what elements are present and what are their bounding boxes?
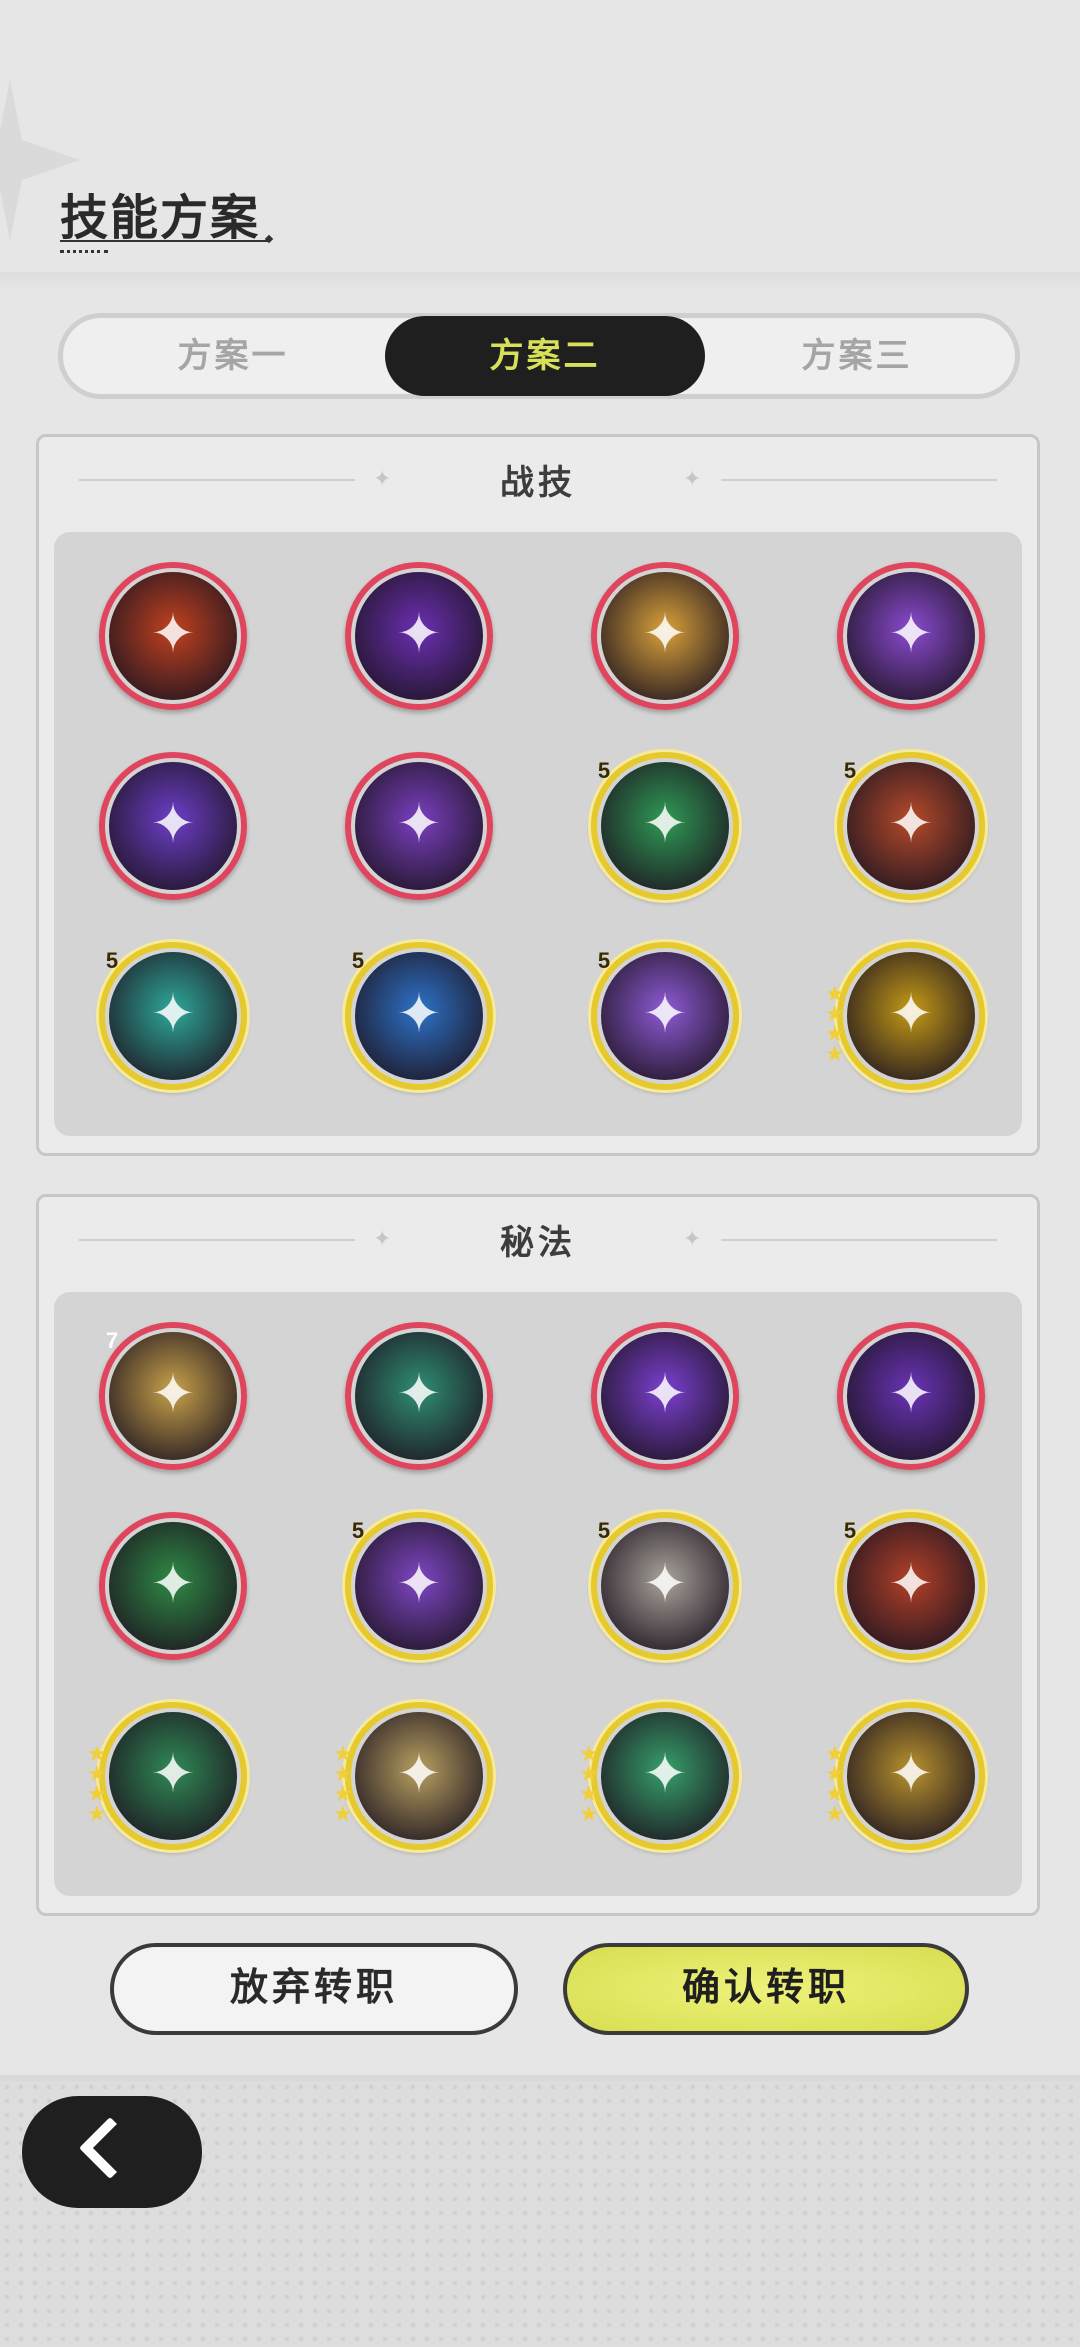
skill-glyph: ✦ [396,1554,442,1614]
header-line-right [721,1239,997,1241]
skill-slot[interactable]: ✦ [99,1512,247,1660]
title-dots [60,250,108,253]
combat-skill-grid: ✦✦✦✦✦✦✦5✦5✦5✦5✦5✦★★★★ [54,532,1022,1136]
skill-slot[interactable]: ✦ ★ ★ ★ ★ [825,942,985,1090]
tab-plan-one[interactable]: 方案一 [73,318,393,394]
page-title: 技能方案 [60,192,261,245]
plan-tabs: 方案一 方案二 方案三 [58,313,1020,399]
skill-slot[interactable]: ✦ ★ ★ ★ ★ [825,1702,985,1850]
skill-glyph: ✦ [150,984,196,1044]
skill-slot[interactable]: ✦ [591,562,739,710]
skill-slot[interactable]: ✦ [99,752,247,900]
skill-glyph: ✦ [888,1744,934,1804]
skill-glyph: ✦ [150,604,196,664]
skill-slot[interactable]: ✦ ★ ★ ★ ★ [579,1702,739,1850]
skill-slot[interactable]: ✦ [345,1322,493,1470]
skill-slot[interactable]: ✦5 [583,932,739,1090]
skill-glyph: ✦ [888,984,934,1044]
skill-slot[interactable]: ✦ [837,1322,985,1470]
skill-glyph: ✦ [396,1364,442,1424]
skill-glyph: ✦ [396,1744,442,1804]
rank-stars: ★ ★ ★ ★ [333,1741,353,1826]
skill-slot[interactable]: ✦5 [337,932,493,1090]
abandon-job-change-button[interactable]: 放弃转职 [110,1943,518,2035]
skill-slot[interactable]: ✦5 [91,932,247,1090]
level-badge: 5 [583,932,626,980]
skill-glyph: ✦ [396,984,442,1044]
combat-skills-panel: ✦ 战技 ✦ ✦✦✦✦✦✦✦5✦5✦5✦5✦5✦★★★★ [36,434,1040,1156]
skill-glyph: ✦ [642,604,688,664]
arcane-skill-grid: ✦7✦✦✦✦✦5✦5✦5✦★★★★✦★★★★✦★★★★✦★★★★ [54,1292,1022,1896]
panel-header: ✦ 秘法 ✦ [39,1197,1037,1287]
level-badge: 5 [91,932,134,980]
arcane-skills-panel: ✦ 秘法 ✦ ✦7✦✦✦✦✦5✦5✦5✦★★★★✦★★★★✦★★★★✦★★★★ [36,1194,1040,1916]
skill-slot[interactable]: ✦5 [829,742,985,900]
skill-glyph: ✦ [888,604,934,664]
skill-glyph: ✦ [888,1554,934,1614]
bottom-divider [0,2075,1080,2081]
skill-glyph: ✦ [642,1364,688,1424]
level-badge: 5 [337,1502,380,1550]
chevron-left-icon [78,2116,142,2180]
skill-glyph: ✦ [642,984,688,1044]
skill-glyph: ✦ [396,794,442,854]
skill-slot[interactable]: ✦ [99,562,247,710]
skill-glyph: ✦ [150,794,196,854]
level-badge: 5 [829,1502,872,1550]
header-divider [0,272,1080,290]
skill-glyph: ✦ [888,794,934,854]
skill-slot[interactable]: ✦5 [583,742,739,900]
tab-plan-three[interactable]: 方案三 [697,318,1017,394]
skill-slot[interactable]: ✦7 [91,1312,247,1470]
skill-slot[interactable]: ✦5 [337,1502,493,1660]
skill-glyph: ✦ [642,1554,688,1614]
level-badge: 5 [337,932,380,980]
skill-glyph: ✦ [150,1744,196,1804]
level-badge: 7 [91,1312,134,1360]
sparkle-icon: ✦ [683,1226,702,1251]
title-underline [60,240,270,242]
rank-stars: ★ ★ ★ ★ [825,981,845,1066]
level-badge: 5 [583,1502,626,1550]
skill-slot[interactable]: ✦ [591,1322,739,1470]
skill-slot[interactable]: ✦ [345,752,493,900]
confirm-job-change-button[interactable]: 确认转职 [563,1943,969,2035]
rank-stars: ★ ★ ★ ★ [87,1741,107,1826]
rank-stars: ★ ★ ★ ★ [579,1741,599,1826]
skill-glyph: ✦ [642,1744,688,1804]
level-badge: 5 [583,742,626,790]
skill-glyph: ✦ [150,1554,196,1614]
skill-slot[interactable]: ✦ ★ ★ ★ ★ [333,1702,493,1850]
header-line-right [721,479,997,481]
tab-plan-two[interactable]: 方案二 [385,316,705,396]
rank-stars: ★ ★ ★ ★ [825,1741,845,1826]
skill-slot[interactable]: ✦5 [583,1502,739,1660]
skill-glyph: ✦ [642,794,688,854]
back-button[interactable] [22,2096,202,2208]
skill-glyph: ✦ [150,1364,196,1424]
skill-glyph: ✦ [396,604,442,664]
skill-slot[interactable]: ✦ [837,562,985,710]
level-badge: 5 [829,742,872,790]
skill-glyph: ✦ [888,1364,934,1424]
panel-header: ✦ 战技 ✦ [39,437,1037,527]
skill-slot[interactable]: ✦ ★ ★ ★ ★ [87,1702,247,1850]
sparkle-icon: ✦ [683,466,702,491]
skill-slot[interactable]: ✦ [345,562,493,710]
skill-slot[interactable]: ✦5 [829,1502,985,1660]
